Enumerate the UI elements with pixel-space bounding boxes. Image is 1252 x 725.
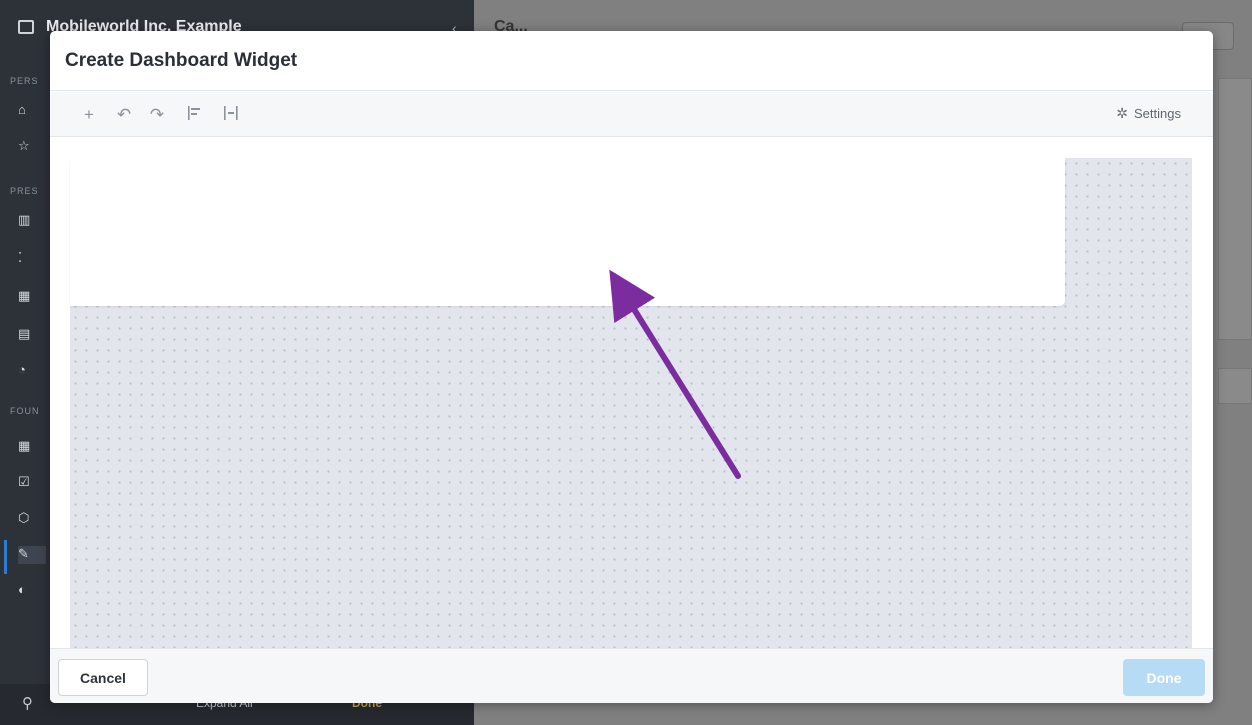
right-panel-tab[interactable] xyxy=(1218,368,1252,404)
section-label: PERS xyxy=(10,76,39,86)
done-button[interactable]: Done xyxy=(1123,659,1205,696)
widget-canvas[interactable] xyxy=(70,158,1192,648)
widget-toolbar: + ↶ ↷ ✲ Settings xyxy=(50,92,1213,137)
sidebar-item-tasks[interactable]: ☑ xyxy=(18,474,46,492)
create-widget-modal: Create Dashboard Widget + ↶ ↷ ✲ Settings… xyxy=(50,31,1213,703)
distribute-icon[interactable] xyxy=(220,104,242,126)
sidebar-item-home[interactable]: ⌂ xyxy=(18,102,46,120)
sidebar-item-data[interactable]: ⬡ xyxy=(18,510,46,528)
search-icon[interactable]: ⚲ xyxy=(22,694,33,712)
section-label: PRES xyxy=(10,186,39,196)
sidebar-item-dashboards[interactable]: ▦ xyxy=(18,288,46,306)
widget-placeholder[interactable] xyxy=(70,158,1065,306)
modal-title: Create Dashboard Widget xyxy=(65,50,298,71)
undo-icon[interactable]: ↶ xyxy=(113,104,135,126)
sidebar-item-charts[interactable]: ◔ xyxy=(18,362,46,380)
plus-icon[interactable]: + xyxy=(78,104,100,126)
sidebar-item-reports[interactable]: ▤ xyxy=(18,326,46,344)
active-indicator xyxy=(4,540,7,574)
redo-icon[interactable]: ↷ xyxy=(146,104,168,126)
modal-header: Create Dashboard Widget xyxy=(50,31,1213,91)
section-label: FOUN xyxy=(10,406,40,416)
sidebar-item-forms[interactable]: ✎ xyxy=(18,546,46,564)
right-panel xyxy=(1218,78,1252,340)
align-left-icon[interactable] xyxy=(184,104,206,126)
sidebar-item-starred[interactable]: ☆ xyxy=(18,138,46,156)
sidebar-item-book[interactable]: ▥ xyxy=(18,212,46,230)
sidebar-item-scripts[interactable]: ⁚ xyxy=(18,250,46,268)
sidebar-item-schema[interactable]: ▦ xyxy=(18,438,46,456)
building-icon xyxy=(18,20,34,34)
gear-icon: ✲ xyxy=(1116,105,1129,121)
sidebar-item-flows[interactable]: ◐ xyxy=(18,582,46,600)
settings-label: Settings xyxy=(1134,106,1181,121)
settings-button[interactable]: ✲ Settings xyxy=(1116,105,1181,122)
modal-footer: Cancel Done xyxy=(50,648,1213,703)
cancel-button[interactable]: Cancel xyxy=(58,659,148,696)
